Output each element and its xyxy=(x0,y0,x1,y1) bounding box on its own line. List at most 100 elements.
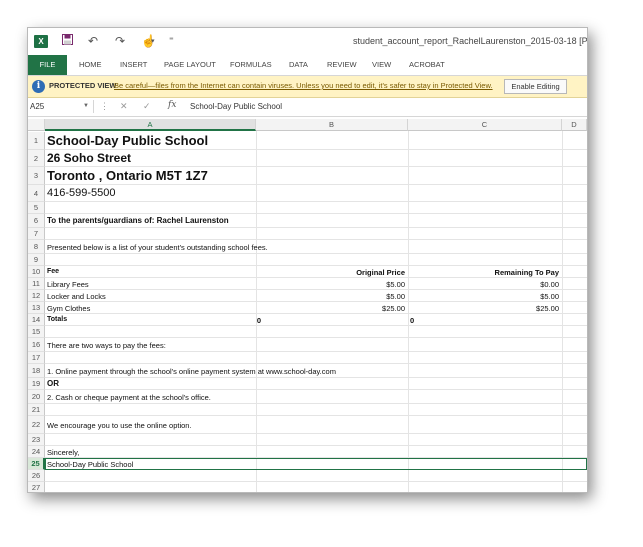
row-header[interactable]: 7 xyxy=(28,228,45,240)
table-row xyxy=(45,352,587,364)
cell-a[interactable]: 416-599-5500 xyxy=(47,187,116,199)
enter-icon[interactable]: ✓ xyxy=(143,101,151,112)
cell-a[interactable]: Locker and Locks xyxy=(47,292,106,301)
tab-review[interactable]: REVIEW xyxy=(327,55,357,75)
customize-qat-icon[interactable]: ⁼ xyxy=(169,35,174,46)
excel-icon[interactable]: X xyxy=(34,35,48,48)
touch-dropdown-icon[interactable]: ▾ xyxy=(151,37,155,45)
cell-a-total[interactable]: 0 xyxy=(257,316,261,325)
row-header[interactable]: 5 xyxy=(28,202,45,214)
cell-a[interactable]: School-Day Public School xyxy=(47,133,208,148)
row-header[interactable]: 25 xyxy=(28,458,45,470)
row-header[interactable]: 1 xyxy=(28,132,45,150)
window-title: student_account_report_RachelLaurenston_… xyxy=(353,36,588,46)
cell-c[interactable]: $0.00 xyxy=(540,280,559,289)
protected-view-title: PROTECTED VIEW xyxy=(49,81,117,90)
cell-b[interactable]: $5.00 xyxy=(386,292,405,301)
row-header[interactable]: 26 xyxy=(28,470,45,482)
cell-a[interactable]: Library Fees xyxy=(47,280,89,289)
tab-formulas[interactable]: FORMULAS xyxy=(230,55,272,75)
cell-a[interactable]: OR xyxy=(47,379,59,388)
row-header[interactable]: 8 xyxy=(28,240,45,254)
tab-page-layout[interactable]: PAGE LAYOUT xyxy=(164,55,216,75)
row-header[interactable]: 14 xyxy=(28,314,45,326)
table-row xyxy=(45,290,587,302)
row-header[interactable]: 20 xyxy=(28,390,45,404)
protected-view-message[interactable]: Be careful—files from the Internet can c… xyxy=(114,81,493,90)
cell-a[interactable]: We encourage you to use the online optio… xyxy=(47,421,192,430)
cell-b[interactable]: $5.00 xyxy=(386,280,405,289)
chevron-down-icon[interactable]: ▼ xyxy=(83,100,89,113)
cell-a[interactable]: 2. Cash or cheque payment at the school'… xyxy=(47,393,211,402)
table-row xyxy=(45,404,587,416)
insert-function-icon[interactable]: fx xyxy=(168,100,176,110)
save-icon[interactable] xyxy=(62,34,73,48)
row-header[interactable]: 11 xyxy=(28,278,45,290)
row-header[interactable]: 9 xyxy=(28,254,45,266)
tab-file[interactable]: FILE xyxy=(28,55,67,75)
row-header[interactable]: 13 xyxy=(28,302,45,314)
cell-a[interactable]: There are two ways to pay the fees: xyxy=(47,341,166,350)
cell-c[interactable]: Remaining To Pay xyxy=(495,268,559,277)
column-header-c[interactable]: C xyxy=(408,119,562,131)
row-header[interactable]: 17 xyxy=(28,352,45,364)
title-bar: X ↶ ↷ ☝ ▾ ⁼ student_account_report_Rache… xyxy=(28,28,587,55)
cell-a[interactable]: Toronto , Ontario M5T 1Z7 xyxy=(47,168,208,183)
row-header[interactable]: 18 xyxy=(28,364,45,378)
redo-icon[interactable]: ↷ xyxy=(115,34,125,48)
cell-a[interactable]: To the parents/guardians of: Rachel Laur… xyxy=(47,216,229,225)
column-header-d[interactable]: D xyxy=(562,119,587,131)
row-header[interactable]: 19 xyxy=(28,378,45,390)
tab-insert[interactable]: INSERT xyxy=(120,55,147,75)
column-header-a[interactable]: A xyxy=(45,119,256,131)
name-box-value: A25 xyxy=(30,102,45,111)
row-header[interactable]: 3 xyxy=(28,167,45,185)
cell-a[interactable]: Sincerely, xyxy=(47,448,79,457)
table-row xyxy=(45,302,587,314)
table-row xyxy=(45,254,587,266)
cell-a[interactable]: Fee xyxy=(47,268,59,275)
excel-icon-letter: X xyxy=(38,37,44,46)
cell-a[interactable]: Presented below is a list of your studen… xyxy=(47,243,268,252)
name-box[interactable]: A25 ▼ xyxy=(30,100,94,113)
formula-input[interactable]: School-Day Public School xyxy=(190,102,282,111)
table-row xyxy=(45,202,587,214)
tab-data[interactable]: DATA xyxy=(289,55,308,75)
row-header[interactable]: 21 xyxy=(28,404,45,416)
cell-c[interactable]: $5.00 xyxy=(540,292,559,301)
row-header[interactable]: 27 xyxy=(28,482,45,492)
cell-b[interactable]: Original Price xyxy=(356,268,405,277)
formula-bar: A25 ▼ ⋮ ✕ ✓ fx School-Day Public School xyxy=(28,98,587,117)
cancel-icon[interactable]: ✕ xyxy=(120,101,128,112)
tab-acrobat[interactable]: ACROBAT xyxy=(409,55,445,75)
row-header[interactable]: 22 xyxy=(28,416,45,434)
ribbon-tabs: FILE HOME INSERT PAGE LAYOUT FORMULAS DA… xyxy=(28,55,587,76)
row-header[interactable]: 6 xyxy=(28,214,45,228)
row-header[interactable]: 15 xyxy=(28,326,45,338)
select-all-corner[interactable] xyxy=(28,119,45,131)
undo-icon[interactable]: ↶ xyxy=(88,34,98,48)
table-row xyxy=(45,228,587,240)
column-header-b[interactable]: B xyxy=(256,119,408,131)
row-header[interactable]: 10 xyxy=(28,266,45,278)
enable-editing-button[interactable]: Enable Editing xyxy=(504,79,567,94)
table-row xyxy=(45,378,587,390)
cell-a[interactable]: 1. Online payment through the school's o… xyxy=(47,367,336,376)
cell-a[interactable]: Totals xyxy=(47,316,67,323)
protected-view-bar: i PROTECTED VIEW Be careful—files from t… xyxy=(28,76,587,98)
cell-c[interactable]: $25.00 xyxy=(536,304,559,313)
row-header[interactable]: 23 xyxy=(28,434,45,446)
tab-view[interactable]: VIEW xyxy=(372,55,391,75)
row-header[interactable]: 16 xyxy=(28,338,45,352)
row-header[interactable]: 12 xyxy=(28,290,45,302)
row-header[interactable]: 4 xyxy=(28,185,45,202)
table-row xyxy=(45,326,587,338)
cell-a[interactable]: 26 Soho Street xyxy=(47,151,131,165)
cell-c[interactable]: 0 xyxy=(410,316,414,325)
tab-home[interactable]: HOME xyxy=(79,55,102,75)
row-header[interactable]: 24 xyxy=(28,446,45,458)
info-icon: i xyxy=(32,80,45,93)
cell-a[interactable]: Gym Clothes xyxy=(47,304,90,313)
row-header[interactable]: 2 xyxy=(28,150,45,167)
cell-b[interactable]: $25.00 xyxy=(382,304,405,313)
